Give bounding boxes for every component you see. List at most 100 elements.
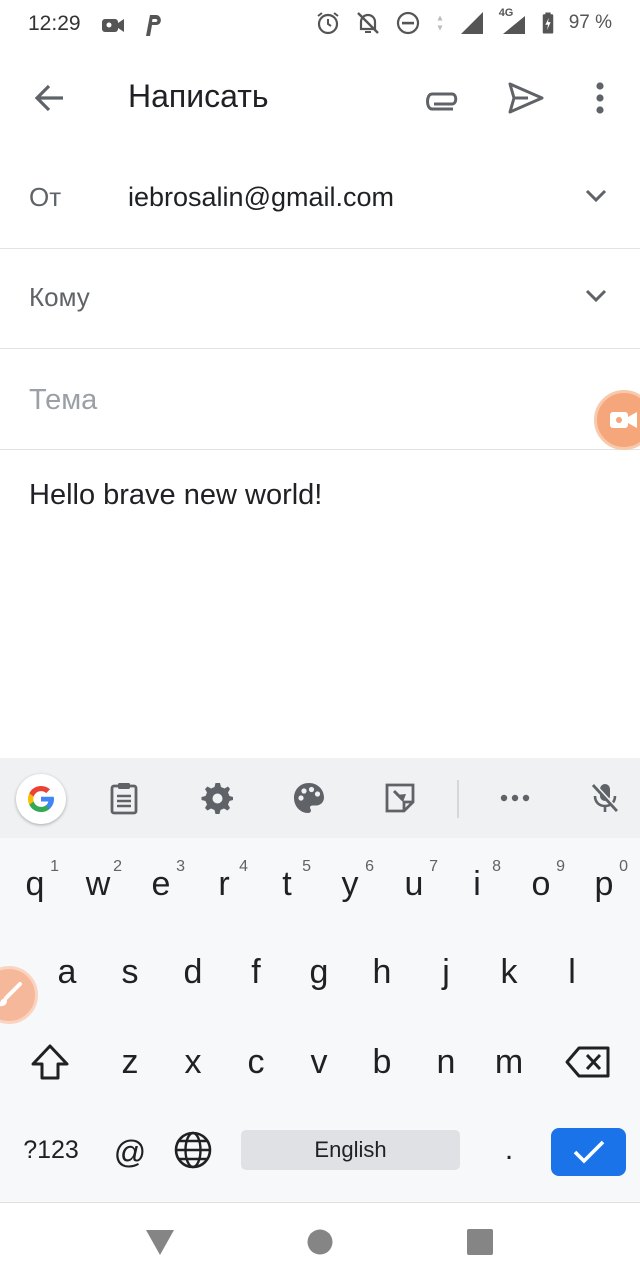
- keyboard-keys: q1 w2 e3 r4 t5 y6 u7 i8 o9 p0 a s d f g …: [0, 838, 640, 1202]
- alarm-icon: [317, 12, 339, 35]
- key-b[interactable]: b: [352, 1022, 412, 1102]
- to-expand-button[interactable]: [578, 278, 614, 314]
- key-u[interactable]: u7: [384, 844, 444, 924]
- space-key[interactable]: English: [241, 1130, 460, 1170]
- data-arrows-icon: [437, 15, 443, 31]
- key-hint: 3: [176, 858, 185, 875]
- chevron-down-icon: [585, 189, 607, 203]
- key-label: y: [341, 864, 359, 903]
- recents-square-icon: [467, 1229, 493, 1255]
- key-c[interactable]: c: [226, 1022, 286, 1102]
- to-row[interactable]: Кому: [0, 248, 640, 349]
- more-options-button[interactable]: [578, 74, 622, 122]
- more-horiz-icon: [500, 794, 530, 802]
- key-hint: 8: [492, 858, 501, 875]
- key-label: p: [594, 864, 614, 903]
- google-g-icon: [28, 786, 54, 812]
- battery-charging-icon: [542, 12, 553, 34]
- back-button[interactable]: [26, 72, 74, 124]
- key-o[interactable]: o9: [511, 844, 571, 924]
- key-label: e: [151, 864, 171, 903]
- period-key[interactable]: .: [479, 1110, 539, 1190]
- key-hint: 2: [113, 858, 122, 875]
- key-r[interactable]: r4: [194, 844, 254, 924]
- back-arrow-icon: [34, 84, 63, 112]
- sticker-button[interactable]: [376, 774, 424, 822]
- battery-percent: 97 %: [568, 12, 612, 33]
- key-l[interactable]: l: [542, 932, 602, 1012]
- settings-button[interactable]: [193, 774, 241, 822]
- key-n[interactable]: n: [416, 1022, 476, 1102]
- paperclip-icon: [426, 92, 458, 111]
- subject-row[interactable]: Тема: [0, 349, 640, 450]
- language-key[interactable]: [163, 1110, 223, 1190]
- voice-input-button[interactable]: [581, 774, 629, 822]
- shift-arrow-icon: [31, 1044, 69, 1080]
- nav-bar: [0, 1202, 640, 1280]
- at-key[interactable]: @: [100, 1112, 160, 1192]
- key-i[interactable]: i8: [447, 844, 507, 924]
- key-q[interactable]: q1: [5, 844, 65, 924]
- send-button[interactable]: [502, 74, 550, 122]
- key-a[interactable]: a: [37, 932, 97, 1012]
- video-camera-icon: [610, 412, 637, 428]
- key-w[interactable]: w2: [68, 844, 128, 924]
- page-title: Написать: [128, 78, 269, 114]
- palette-icon: [294, 783, 324, 813]
- key-s[interactable]: s: [100, 932, 160, 1012]
- key-y[interactable]: y6: [320, 844, 380, 924]
- key-h[interactable]: h: [352, 932, 412, 1012]
- key-d[interactable]: d: [163, 932, 223, 1012]
- symbols-key[interactable]: ?123: [8, 1110, 94, 1190]
- key-m[interactable]: m: [479, 1022, 539, 1102]
- key-hint: 0: [619, 858, 628, 875]
- nav-recents-button[interactable]: [463, 1225, 497, 1259]
- key-label: q: [25, 864, 45, 903]
- key-v[interactable]: v: [289, 1022, 349, 1102]
- key-t[interactable]: t5: [257, 844, 317, 924]
- brush-icon: [0, 982, 22, 1007]
- backspace-key[interactable]: [558, 1022, 618, 1102]
- clipboard-button[interactable]: [100, 774, 148, 822]
- key-hint: 5: [302, 858, 311, 875]
- key-g[interactable]: g: [289, 932, 349, 1012]
- chevron-down-icon: [585, 289, 607, 303]
- signal-4g-icon: [502, 16, 525, 34]
- theme-button[interactable]: [285, 774, 333, 822]
- status-left-icons: [100, 12, 166, 38]
- key-k[interactable]: k: [479, 932, 539, 1012]
- key-label: r: [218, 864, 230, 903]
- from-row[interactable]: От iebrosalin@gmail.com: [0, 148, 640, 249]
- key-p[interactable]: p0: [574, 844, 634, 924]
- nav-home-button[interactable]: [303, 1225, 337, 1259]
- google-search-button[interactable]: [16, 774, 66, 824]
- key-j[interactable]: j: [416, 932, 476, 1012]
- status-bar: 12:29 4G 97 %: [0, 0, 640, 50]
- key-e[interactable]: e3: [131, 844, 191, 924]
- attach-button[interactable]: [418, 74, 466, 122]
- status-right-icons: 4G 97 %: [315, 7, 612, 36]
- from-expand-button[interactable]: [578, 178, 614, 214]
- notifications-off-icon: [356, 12, 379, 34]
- key-label: w: [85, 864, 111, 903]
- from-value[interactable]: iebrosalin@gmail.com: [128, 182, 394, 213]
- key-z[interactable]: z: [100, 1022, 160, 1102]
- shift-key[interactable]: [20, 1022, 80, 1102]
- keyboard: q1 w2 e3 r4 t5 y6 u7 i8 o9 p0 a s d f g …: [0, 758, 640, 1202]
- to-field[interactable]: Кому: [29, 282, 90, 313]
- keyboard-toolbar: [0, 758, 640, 838]
- key-x[interactable]: x: [163, 1022, 223, 1102]
- subject-field[interactable]: Тема: [29, 384, 97, 417]
- key-hint: 1: [50, 858, 59, 875]
- backspace-icon: [565, 1046, 610, 1078]
- mic-off-icon: [591, 783, 620, 813]
- more-tools-button[interactable]: [491, 774, 539, 822]
- settings-gear-icon: [201, 783, 233, 814]
- globe-icon: [174, 1131, 212, 1169]
- app-bar: Написать: [0, 50, 640, 146]
- key-f[interactable]: f: [226, 932, 286, 1012]
- nav-back-button[interactable]: [143, 1225, 177, 1259]
- message-body[interactable]: Hello brave new world!: [29, 479, 322, 512]
- video-camera-icon: [102, 19, 124, 32]
- enter-key[interactable]: [551, 1128, 626, 1176]
